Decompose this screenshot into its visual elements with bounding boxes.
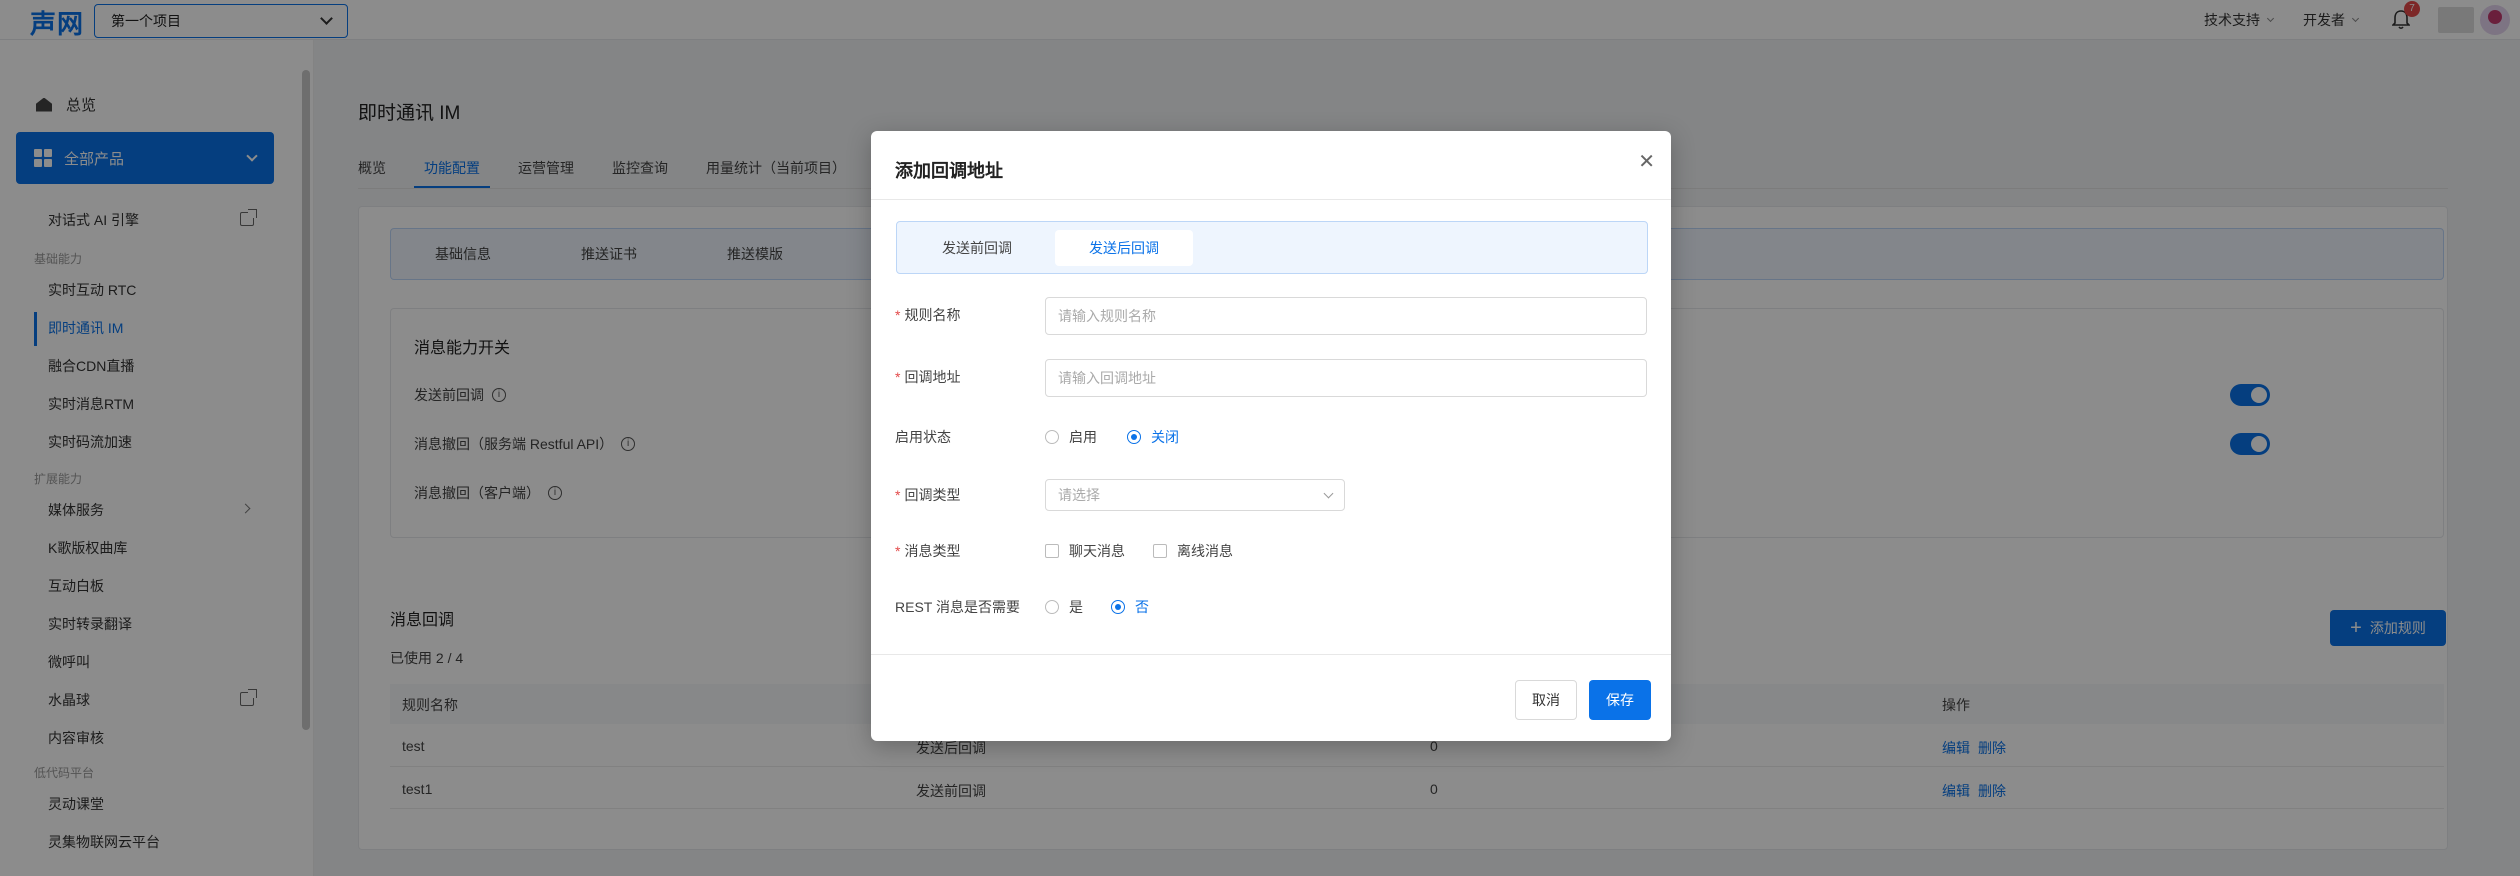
radio-label: 否 (1135, 599, 1149, 615)
radio-button-selected (1127, 430, 1141, 444)
radio-disable[interactable]: 关闭 (1127, 427, 1179, 447)
dialog-footer-divider (871, 654, 1671, 655)
callback-timing-segment: 发送前回调 发送后回调 (896, 221, 1648, 274)
checkbox-offline-message[interactable]: 离线消息 (1153, 541, 1233, 561)
callback-type-select[interactable]: 请选择 (1045, 479, 1345, 511)
radio-rest-yes[interactable]: 是 (1045, 597, 1083, 617)
rule-name-label-text: 规则名称 (904, 307, 961, 323)
checkbox-label: 离线消息 (1177, 543, 1233, 559)
add-callback-dialog: 添加回调地址 ✕ 发送前回调 发送后回调 *规则名称 *回调地址 启用状态 启用… (871, 131, 1671, 741)
checkbox (1045, 544, 1059, 558)
segment-before-send[interactable]: 发送前回调 (909, 230, 1045, 266)
checkbox (1153, 544, 1167, 558)
dialog-title: 添加回调地址 (895, 161, 1003, 181)
rule-name-input[interactable] (1045, 297, 1647, 335)
callback-url-label: * 回调地址 (895, 367, 960, 387)
required-asterisk: * (895, 307, 901, 323)
required-asterisk: * (895, 369, 901, 385)
required-asterisk: * (895, 543, 901, 559)
checkbox-chat-message[interactable]: 聊天消息 (1045, 541, 1125, 561)
checkbox-label: 聊天消息 (1069, 543, 1125, 559)
radio-enable[interactable]: 启用 (1045, 427, 1097, 447)
required-asterisk: * (895, 487, 901, 503)
radio-label: 关闭 (1151, 429, 1179, 445)
dialog-header-divider (871, 199, 1671, 200)
cancel-button[interactable]: 取消 (1515, 680, 1577, 720)
radio-rest-no[interactable]: 否 (1111, 597, 1149, 617)
rest-label: REST 消息是否需要 (895, 599, 1020, 615)
segment-after-send[interactable]: 发送后回调 (1055, 230, 1193, 266)
close-icon[interactable]: ✕ (1638, 149, 1655, 174)
callback-url-label-text: 回调地址 (904, 369, 961, 385)
select-placeholder: 请选择 (1058, 487, 1100, 503)
message-type-label: * 消息类型 (895, 541, 960, 561)
radio-label: 是 (1069, 599, 1083, 615)
callback-type-label: * 回调类型 (895, 485, 960, 505)
radio-button (1045, 430, 1059, 444)
status-label: 启用状态 (895, 429, 951, 445)
message-type-label-text: 消息类型 (904, 543, 961, 559)
chevron-down-icon (1323, 488, 1334, 498)
callback-type-label-text: 回调类型 (904, 487, 961, 503)
save-button[interactable]: 保存 (1589, 680, 1651, 720)
radio-label: 启用 (1069, 429, 1097, 445)
rule-name-label: * 规则名称 (895, 305, 960, 325)
radio-button (1045, 600, 1059, 614)
callback-url-input[interactable] (1045, 359, 1647, 397)
radio-button-selected (1111, 600, 1125, 614)
